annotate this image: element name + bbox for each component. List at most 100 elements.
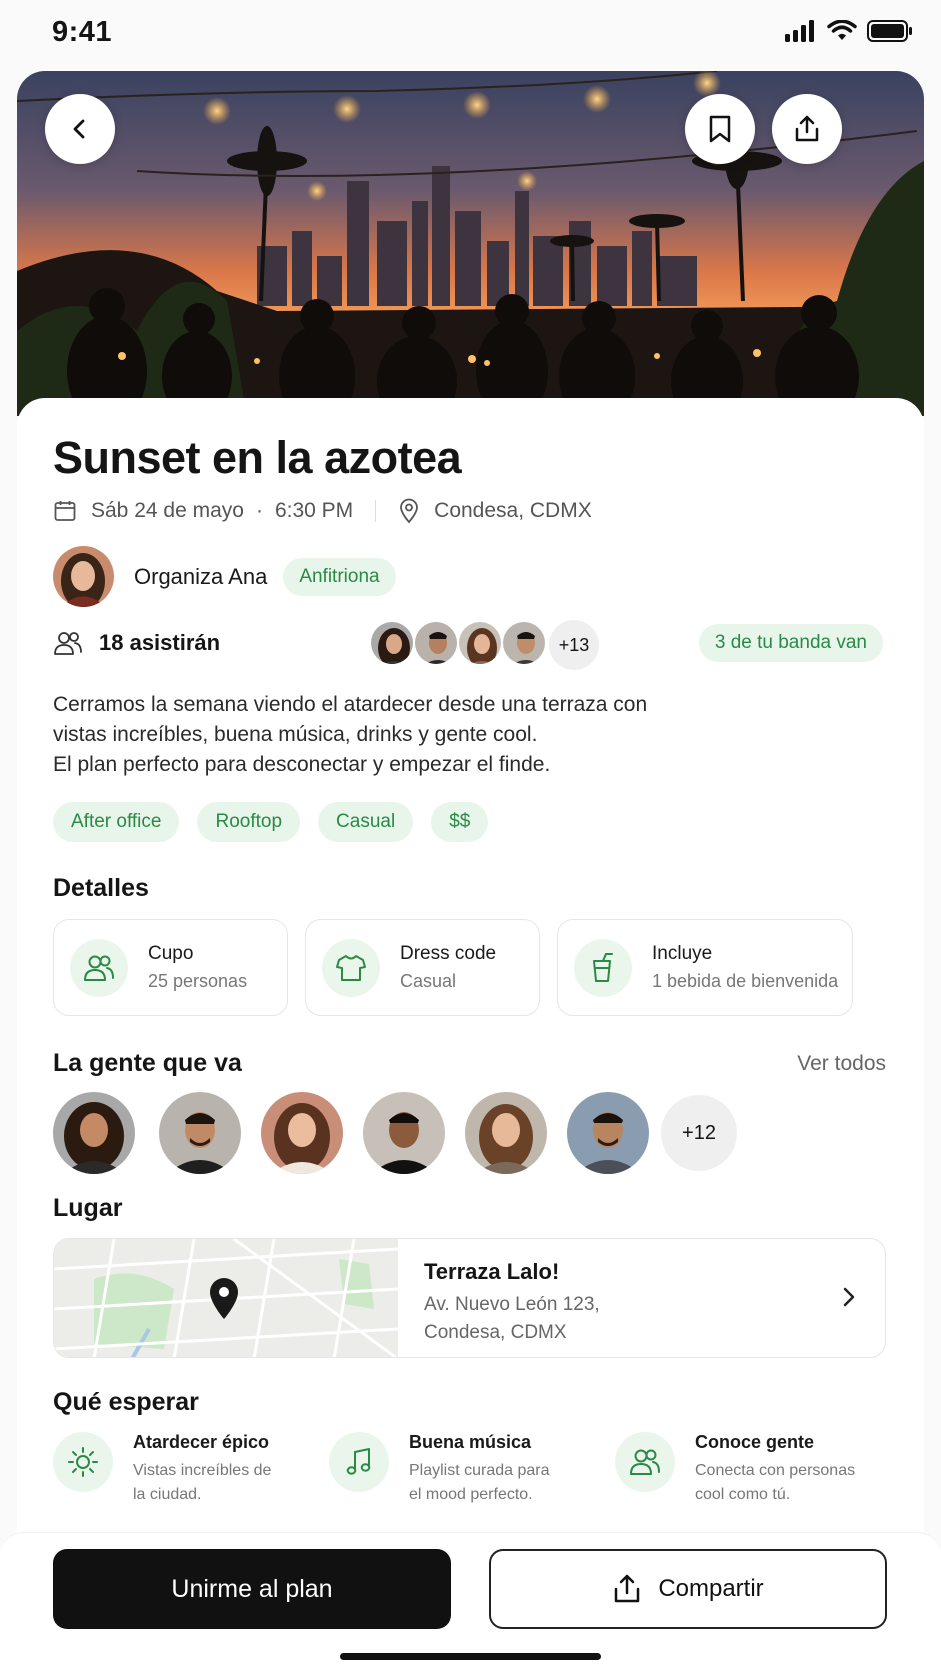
battery-icon [867,20,912,42]
status-icons [785,20,913,42]
place-address-line: Condesa, CDMX [424,1322,567,1343]
people-icon [54,632,82,655]
organizer-name: Organiza Ana [134,563,268,589]
share-icon [795,115,819,142]
event-description: Cerramos la semana viendo el atardecer d… [53,690,813,780]
place-card[interactable]: Terraza Lalo! Av. Nuevo León 123, Condes… [53,1238,886,1358]
detail-card-dress-code: Dress code Casual [305,919,540,1016]
share-button[interactable]: Compartir [489,1549,887,1629]
expect-desc-line: cool como tú. [695,1486,791,1503]
expect-desc-line: el mood perfecto. [409,1486,533,1503]
event-meta: Sáb 24 de mayo · 6:30 PM Condesa, CDMX [53,496,592,526]
detail-value: 25 personas [148,971,248,991]
host-badge: Anfitriona [283,557,396,596]
expect-desc-line: Playlist curada para [409,1462,550,1479]
place-heading: Lugar [53,1194,123,1222]
location-pin-icon [400,498,419,524]
place-address-line: Av. Nuevo León 123, [424,1294,600,1315]
description-line: vistas increíbles, buena música, drinks … [53,723,538,746]
detail-value: Casual [400,971,457,991]
organizer-row[interactable]: Organiza Ana Anfitriona [53,546,396,607]
bookmark-icon [709,115,731,143]
detail-value: 1 bebida de bienvenida [652,971,839,991]
meta-divider [375,500,377,522]
event-title: Sunset en la azotea [53,432,462,483]
place-address: Av. Nuevo León 123, Condesa, CDMX [424,1291,600,1347]
place-name: Terraza Lalo! [424,1259,560,1284]
attendee-avatar [501,620,547,666]
expect-desc-line: la ciudad. [133,1486,202,1503]
shirt-icon [322,938,380,997]
detail-card-incluye: Incluye 1 bebida de bienvenida [557,919,853,1016]
expect-desc: Conecta con personas cool como tú. [695,1459,855,1507]
event-time: 6:30 PM [274,499,354,522]
tag-rooftop[interactable]: Rooftop [197,802,301,842]
expect-desc-line: Conecta con personas [695,1462,856,1479]
expect-item: Atardecer épico Vistas increíbles de la c… [53,1432,271,1507]
music-icon [329,1432,389,1492]
share-icon [615,1574,640,1603]
organizer-avatar [53,546,114,607]
event-date: Sáb 24 de mayo [91,499,244,522]
person-avatar[interactable] [159,1092,241,1174]
attendee-avatars[interactable]: +13 [369,620,599,670]
detail-label: Cupo [148,943,194,964]
attendance-row: 18 asistirán +13 3 de tu banda van [53,620,883,670]
people-icon [70,938,128,997]
description-line: Cerramos la semana viendo el atardecer d… [53,693,648,716]
tag-price[interactable]: $$ [431,802,489,842]
people-heading: La gente que va [53,1049,242,1077]
status-bar: 9:41 [0,0,941,70]
event-location: Condesa, CDMX [434,499,592,522]
person-avatar[interactable] [465,1092,547,1174]
attendee-count-text: 18 asistirán [99,630,221,655]
wifi-icon [827,20,857,40]
person-avatar[interactable] [261,1092,343,1174]
bookmark-button[interactable] [685,94,755,164]
event-hero-image [17,71,924,416]
expect-title: Buena música [409,1432,532,1452]
expect-item: Conoce gente Conecta con personas cool co… [615,1432,855,1507]
attendee-count: 18 asistirán [53,630,220,656]
person-avatar[interactable] [567,1092,649,1174]
attendee-avatar [413,620,459,666]
see-all-link[interactable]: Ver todos [797,1052,886,1076]
expect-list: Atardecer épico Vistas increíbles de la c… [53,1432,883,1512]
more-attendees[interactable]: +13 [549,620,599,670]
chevron-right-icon [843,1287,855,1307]
join-plan-button[interactable]: Unirme al plan [53,1549,451,1629]
sun-icon [53,1432,113,1492]
details-cards: Cupo 25 personas Dress code Casual Inclu… [53,919,853,1016]
details-heading: Detalles [53,874,149,902]
meta-dot: · [255,499,263,522]
expect-desc: Playlist curada para el mood perfecto. [409,1459,550,1507]
drink-icon [574,938,632,997]
map-thumbnail [54,1239,399,1357]
expect-heading: Qué esperar [53,1388,199,1416]
attendee-avatar [369,620,415,666]
person-avatar[interactable] [53,1092,135,1174]
expect-title: Conoce gente [695,1432,815,1452]
friends-going-badge: 3 de tu banda van [698,624,883,662]
detail-card-cupo: Cupo 25 personas [53,919,288,1016]
person-avatar[interactable] [363,1092,445,1174]
signal-icon [785,20,814,42]
detail-label: Dress code [400,943,497,964]
expect-desc: Vistas increíbles de la ciudad. [133,1459,271,1507]
share-top-button[interactable] [772,94,842,164]
attendee-avatar [457,620,503,666]
description-line: El plan perfecto para desconectar y empe… [53,753,551,776]
tag-after-office[interactable]: After office [53,802,180,842]
people-icon [615,1432,675,1492]
chevron-left-icon [73,119,85,139]
expect-item: Buena música Playlist curada para el mood… [329,1432,550,1507]
home-indicator [340,1653,601,1660]
people-avatars: +12 [53,1092,737,1174]
calendar-icon [54,501,76,521]
more-people[interactable]: +12 [661,1095,737,1171]
back-button[interactable] [45,94,115,164]
tag-casual[interactable]: Casual [318,802,414,842]
share-button-label: Compartir [658,1575,764,1602]
status-time: 9:41 [52,16,113,48]
expect-title: Atardecer épico [133,1432,270,1452]
